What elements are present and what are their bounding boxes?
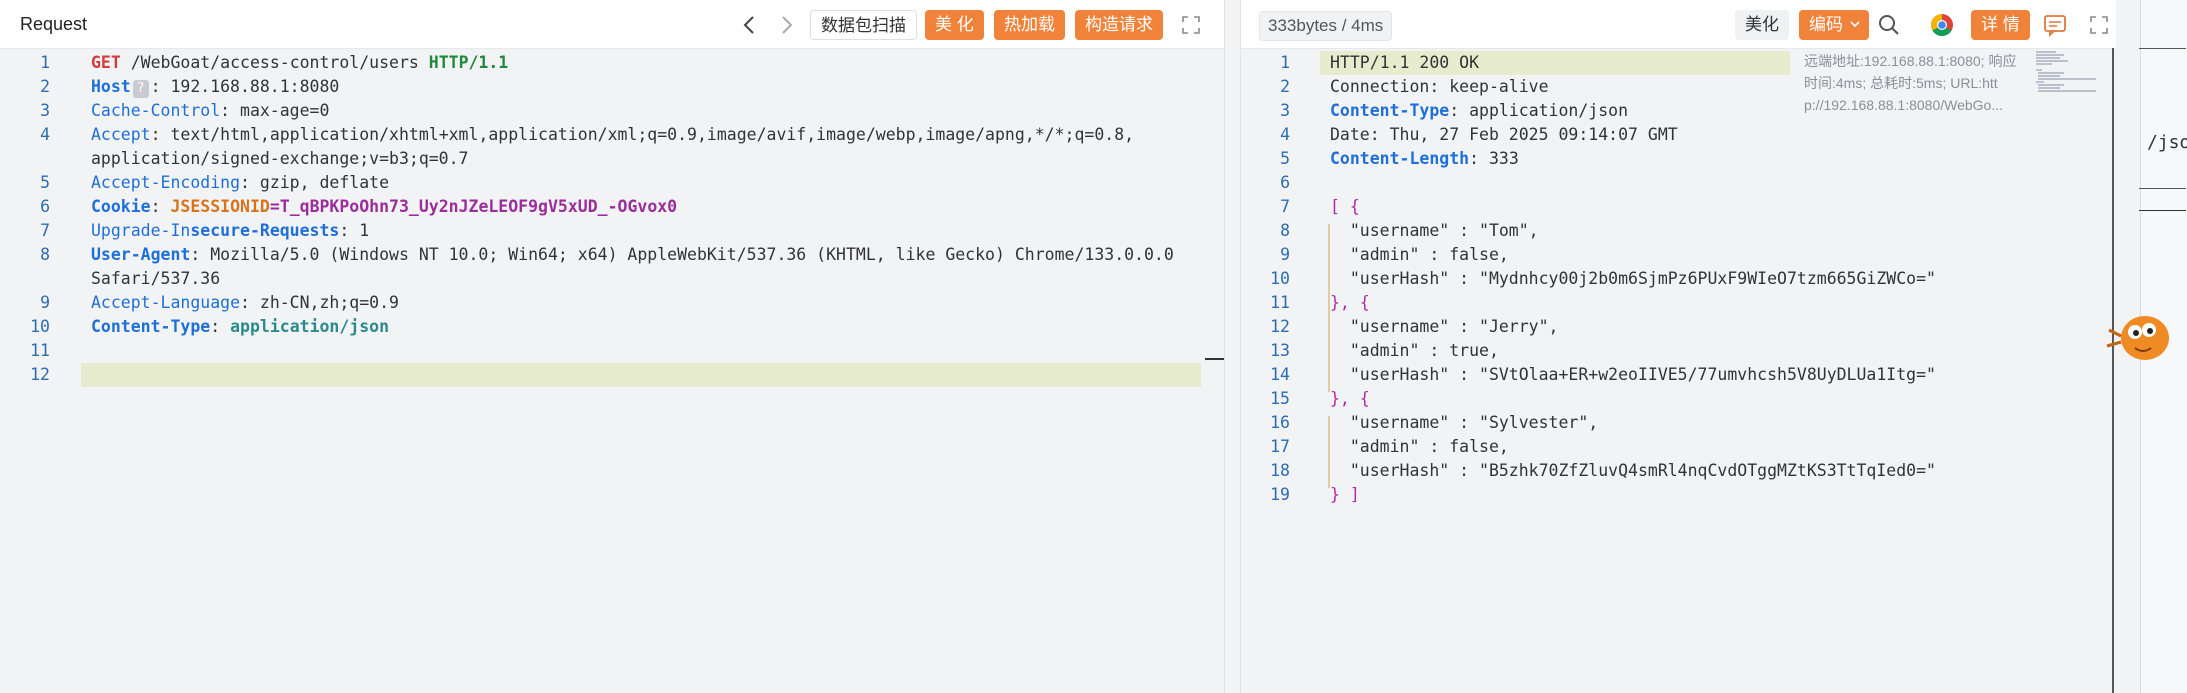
- code-token: Connection: keep-alive: [1330, 77, 1549, 96]
- code-token: "username" : "Tom",: [1330, 221, 1539, 240]
- line-text: Date: Thu, 27 Feb 2025 09:14:07 GMT: [1330, 123, 1678, 147]
- response-editor[interactable]: 1 HTTP/1.1 200 OK 2 Connection: keep-alive 3…: [0, 48, 2187, 693]
- line-number: 4: [1280, 125, 1290, 144]
- line-text: Content-Type: application/json: [1330, 99, 1628, 123]
- code-token: }, {: [1330, 389, 1370, 408]
- code-token: "admin" : false,: [1330, 437, 1509, 456]
- line-number: 14: [1270, 365, 1290, 384]
- code-token: : application/json: [1449, 101, 1629, 120]
- line-number: 12: [1270, 317, 1290, 336]
- code-token: [ {: [1330, 197, 1360, 216]
- side-panel-text: /jso: [2147, 132, 2187, 153]
- line-number: 16: [1270, 413, 1290, 432]
- meta-line: 时间:4ms; 总耗时:5ms; URL:htt: [1804, 75, 1998, 91]
- line-text: "userHash" : "B5zhk70ZfZluvQ4smRl4nqCvdO…: [1330, 459, 1936, 483]
- response-size-badge: 333bytes / 4ms: [1259, 11, 1393, 41]
- packet-scan-button[interactable]: 数据包扫描: [810, 10, 917, 40]
- line-number: 6: [1280, 173, 1290, 192]
- line-text: Content-Length: 333: [1330, 147, 1519, 171]
- mascot-icon[interactable]: [2105, 300, 2175, 370]
- line-text: "username" : "Jerry",: [1330, 315, 1559, 339]
- line-number: 7: [1280, 197, 1290, 216]
- beautify-button[interactable]: 美 化: [925, 10, 984, 40]
- code-token: "admin" : true,: [1330, 341, 1499, 360]
- meta-line: 远端地址:192.168.88.1:8080; 响应: [1804, 53, 2017, 69]
- line-text: "userHash" : "Mydnhcy00j2b0m6SjmPz6PUxF9…: [1330, 267, 1936, 291]
- indent-guide: [1328, 224, 1330, 320]
- line-text: [ {: [1330, 195, 1360, 219]
- hot-reload-button[interactable]: 热加载: [994, 10, 1065, 40]
- code-token: Content-Type: [1330, 101, 1450, 120]
- line-text: }, {: [1330, 291, 1370, 315]
- vertical-scrollbar[interactable]: [2112, 48, 2114, 693]
- code-token: "userHash" : "SVtOlaa+ER+w2eoIIVE5/77umv…: [1330, 365, 1936, 384]
- code-token: HTTP/1.1 200 OK: [1330, 53, 1480, 72]
- search-icon[interactable]: [1876, 12, 1902, 38]
- line-number: 17: [1270, 437, 1290, 456]
- comment-icon[interactable]: [2042, 12, 2068, 38]
- line-text: "username" : "Tom",: [1330, 219, 1539, 243]
- code-token: Date: Thu, 27 Feb 2025 09:14:07 GMT: [1330, 125, 1678, 144]
- line-text: "admin" : true,: [1330, 339, 1499, 363]
- code-token: }, {: [1330, 293, 1370, 312]
- line-text: }, {: [1330, 387, 1370, 411]
- line-text: Connection: keep-alive: [1330, 75, 1549, 99]
- code-token: Content-Length: [1330, 149, 1470, 168]
- code-token: "username" : "Sylvester",: [1330, 413, 1599, 432]
- divider: [2139, 188, 2186, 189]
- response-meta-info: 远端地址:192.168.88.1:8080; 响应 时间:4ms; 总耗时:5…: [1804, 50, 2030, 116]
- line-text: "admin" : false,: [1330, 243, 1509, 267]
- line-text: } ]: [1330, 483, 1360, 507]
- chrome-browser-icon[interactable]: [1929, 12, 1955, 38]
- code-token: "userHash" : "B5zhk70ZfZluvQ4smRl4nqCvdO…: [1330, 461, 1936, 480]
- encoding-dropdown[interactable]: 编码: [1799, 10, 1869, 40]
- line-number: 2: [1280, 77, 1290, 96]
- indent-guide: [1328, 320, 1330, 392]
- line-text: "admin" : false,: [1330, 435, 1509, 459]
- line-number: 13: [1270, 341, 1290, 360]
- forward-arrow-icon[interactable]: [773, 12, 799, 38]
- divider: [2139, 48, 2186, 49]
- line-number: 3: [1280, 101, 1290, 120]
- back-arrow-icon[interactable]: [737, 12, 763, 38]
- line-number: 18: [1270, 461, 1290, 480]
- code-minimap[interactable]: [2034, 50, 2106, 95]
- line-text: "userHash" : "SVtOlaa+ER+w2eoIIVE5/77umv…: [1330, 363, 1936, 387]
- line-text: HTTP/1.1 200 OK: [1330, 51, 1479, 75]
- line-number: 5: [1280, 149, 1290, 168]
- line-number: 9: [1280, 245, 1290, 264]
- indent-guide: [1328, 416, 1330, 488]
- code-token: "admin" : false,: [1330, 245, 1509, 264]
- encoding-label: 编码: [1809, 15, 1843, 34]
- line-number: 19: [1270, 485, 1290, 504]
- side-panel: /jso: [2106, 0, 2187, 693]
- request-title: Request: [20, 14, 88, 34]
- line-number: 10: [1270, 269, 1290, 288]
- line-number: 11: [1270, 293, 1290, 312]
- line-number: 1: [1280, 53, 1290, 72]
- code-token: "username" : "Jerry",: [1330, 317, 1559, 336]
- meta-line: p://192.168.88.1:8080/WebGo...: [1804, 97, 2004, 113]
- details-button[interactable]: 详 情: [1971, 10, 2030, 40]
- fullscreen-icon[interactable]: [2086, 12, 2112, 38]
- request-toolbar: Request 数据包扫描 美 化 热加载 构造请求: [0, 0, 1224, 49]
- line-text: "username" : "Sylvester",: [1330, 411, 1598, 435]
- construct-request-button[interactable]: 构造请求: [1075, 10, 1163, 40]
- response-beautify-button[interactable]: 美化: [1735, 10, 1789, 40]
- code-token: : 333: [1469, 149, 1519, 168]
- fullscreen-icon[interactable]: [1178, 12, 1204, 38]
- line-number: 15: [1270, 389, 1290, 408]
- chevron-down-icon: [1849, 10, 1861, 50]
- line-number: 8: [1280, 221, 1290, 240]
- code-token: "userHash" : "Mydnhcy00j2b0m6SjmPz6PUxF9…: [1330, 269, 1936, 288]
- divider: [2139, 210, 2186, 211]
- code-token: } ]: [1330, 485, 1360, 504]
